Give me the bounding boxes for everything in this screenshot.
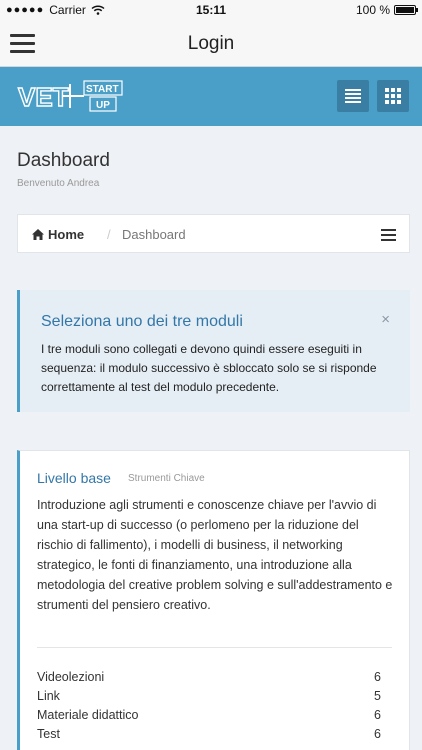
stat-row: Test 6 xyxy=(37,727,381,746)
battery-fill xyxy=(396,7,414,13)
stat-row: Materiale didattico 6 xyxy=(37,708,381,727)
status-bar-right: 100 % xyxy=(355,3,418,17)
stat-label: Link xyxy=(37,689,60,703)
alert-text: I tre moduli sono collegati e devono qui… xyxy=(41,342,377,394)
stat-value: 6 xyxy=(374,670,381,684)
module-stats: Videolezioni 6 Link 5 Materiale didattic… xyxy=(37,670,381,746)
info-alert: Seleziona uno dei tre moduli × I tre mod… xyxy=(17,290,410,412)
page-subtitle: Benvenuto Andrea xyxy=(17,178,100,189)
breadcrumb-current: Dashboard xyxy=(122,227,186,242)
page-title: Dashboard xyxy=(17,150,110,171)
stat-row: Link 5 xyxy=(37,689,381,708)
breadcrumb-home-link[interactable]: Home xyxy=(48,227,84,242)
breadcrumb-menu-icon[interactable] xyxy=(381,229,396,244)
list-view-button[interactable] xyxy=(337,80,369,112)
status-bar: ●●●●● Carrier 15:11 100 % xyxy=(0,0,422,20)
grid-view-button[interactable] xyxy=(377,80,409,112)
battery-percent: 100 % xyxy=(355,3,390,17)
alert-title: Seleziona uno dei tre moduli xyxy=(41,313,243,330)
module-card[interactable]: Livello base Strumenti Chiave Introduzio… xyxy=(17,450,410,750)
nav-bar: Login xyxy=(0,20,422,67)
battery-icon xyxy=(394,5,418,15)
close-icon[interactable]: × xyxy=(381,311,390,328)
divider xyxy=(37,647,392,648)
module-title[interactable]: Livello base xyxy=(37,470,111,486)
list-view-icon xyxy=(345,89,361,105)
vet-start-up-logo[interactable]: VET START UP xyxy=(16,78,126,114)
breadcrumb: Home / Dashboard xyxy=(17,214,410,253)
stat-value: 5 xyxy=(374,689,381,703)
breadcrumb-separator: / xyxy=(107,227,111,242)
svg-text:UP: UP xyxy=(96,100,110,111)
module-description: Introduzione agli strumenti e conoscenze… xyxy=(37,498,393,612)
stat-value: 6 xyxy=(374,727,381,741)
module-tag: Strumenti Chiave xyxy=(128,473,205,484)
stat-label: Test xyxy=(37,727,60,741)
nav-title: Login xyxy=(187,33,235,54)
stat-value: 6 xyxy=(374,708,381,722)
home-icon xyxy=(32,229,44,240)
stat-row: Videolezioni 6 xyxy=(37,670,381,689)
app-header: VET START UP xyxy=(0,67,422,126)
svg-text:VET: VET xyxy=(18,82,69,112)
grid-view-icon xyxy=(385,88,401,104)
stat-label: Materiale didattico xyxy=(37,708,139,722)
stat-label: Videolezioni xyxy=(37,670,105,684)
svg-text:START: START xyxy=(86,84,119,95)
